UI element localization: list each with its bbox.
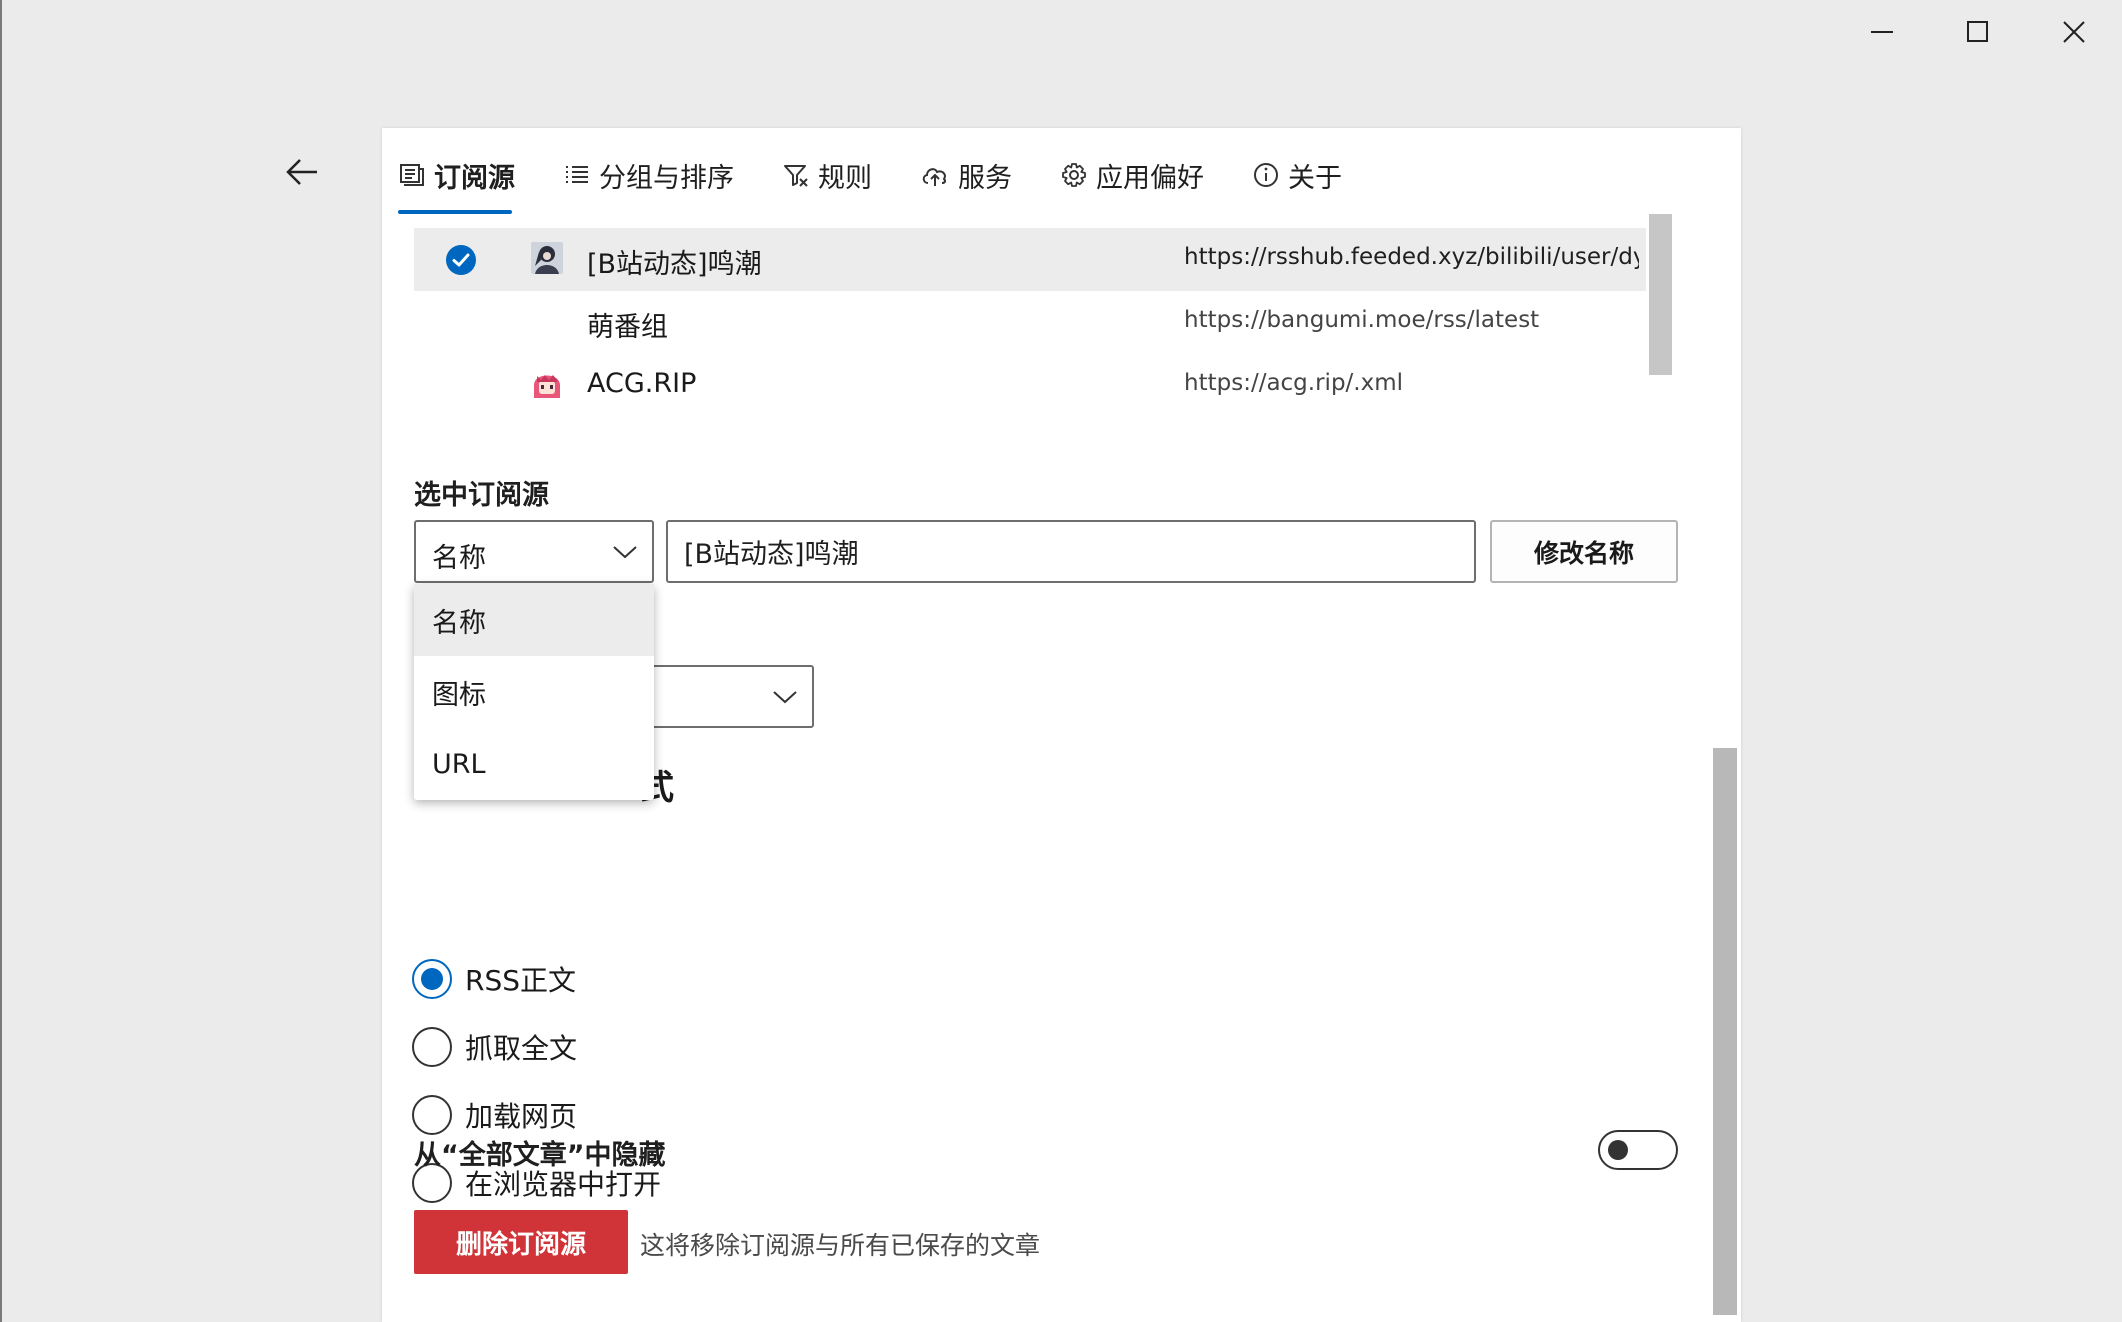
window-controls [1834,0,2122,64]
settings-panel: 订阅源 分组与排序 规则 服务 应用偏好 关于 [B站动态]鸣潮 https:/… [382,128,1741,1322]
feed-row[interactable]: [B站动态]鸣潮 https://rsshub.feeded.xyz/bilib… [414,228,1646,291]
radio-full-text[interactable]: 抓取全文 [412,1025,577,1069]
tab-label: 规则 [818,162,872,194]
maximize-icon [1967,21,1988,42]
rename-button[interactable]: 修改名称 [1490,520,1678,583]
tab-services[interactable]: 服务 [920,150,1012,200]
minimize-icon [1871,31,1893,33]
window-border [0,0,2,1322]
back-button[interactable] [280,150,324,194]
tab-rules[interactable]: 规则 [782,150,872,200]
tab-label: 关于 [1288,162,1342,194]
feed-avatar-icon [531,368,563,400]
tab-about[interactable]: 关于 [1252,150,1342,200]
tab-label: 订阅源 [434,162,515,194]
tab-label: 服务 [958,162,1012,194]
feed-name-text[interactable] [668,522,1474,581]
feed-avatar-icon [531,242,563,274]
list-scrollbar-thumb[interactable] [1649,214,1672,375]
radio-button[interactable] [412,1095,452,1135]
dropdown-option-icon[interactable]: 图标 [414,656,654,728]
close-button[interactable] [2026,0,2122,64]
radio-rss-content[interactable]: RSS正文 [412,957,576,1001]
feed-icon [400,164,424,186]
radio-button[interactable] [412,1027,452,1067]
feed-row[interactable]: ACG.RIP https://acg.rip/.xml [414,354,1646,417]
feed-name: 萌番组 [587,312,668,343]
chevron-down-icon [773,691,797,704]
feed-name: [B站动态]鸣潮 [587,249,762,280]
feed-row[interactable]: 萌番组 https://bangumi.moe/rss/latest [414,291,1646,354]
hide-from-all-toggle[interactable] [1598,1130,1678,1170]
feed-url: https://rsshub.feeded.xyz/bilibili/user/… [1184,244,1639,270]
checkmark-icon[interactable] [446,245,476,275]
page-scrollbar-thumb[interactable] [1713,748,1737,1315]
info-icon [1254,163,1278,187]
tab-label: 分组与排序 [599,162,734,194]
field-select-value: 名称 [432,543,486,574]
radio-label: 加载网页 [465,1100,578,1133]
gear-icon [1062,163,1086,187]
radio-load-webpage[interactable]: 加载网页 [412,1093,577,1137]
radio-label: RSS正文 [465,964,577,997]
filter-icon [784,165,808,187]
delete-note: 这将移除订阅源与所有已保存的文章 [640,1231,1041,1260]
maximize-button[interactable] [1930,0,2026,64]
hide-from-all-label: 从“全部文章”中隐藏 [414,1140,666,1171]
feed-url: https://acg.rip/.xml [1184,370,1404,396]
field-select[interactable]: 名称 [414,520,654,583]
cloud-icon [922,168,947,186]
field-dropdown-menu: 名称 图标 URL [414,584,654,800]
active-tab-indicator [398,210,512,214]
minimize-button[interactable] [1834,0,1930,64]
tab-feeds[interactable]: 订阅源 [398,150,515,200]
feed-url: https://bangumi.moe/rss/latest [1184,307,1540,333]
feed-name-input[interactable] [666,520,1476,583]
list-icon [566,166,588,183]
tab-bar: 订阅源 分组与排序 规则 服务 应用偏好 关于 [398,150,1390,200]
dropdown-option-url[interactable]: URL [414,728,654,800]
toggle-knob [1608,1140,1628,1160]
radio-button[interactable] [412,959,452,999]
tab-label: 应用偏好 [1096,162,1204,194]
delete-feed-button[interactable]: 删除订阅源 [414,1210,628,1274]
feed-name: ACG.RIP [587,368,697,399]
close-icon [2063,21,2085,43]
radio-label: 抓取全文 [465,1032,578,1065]
arrow-left-icon [286,159,317,185]
dropdown-option-name[interactable]: 名称 [414,584,654,656]
selected-feed-heading: 选中订阅源 [414,480,549,511]
tab-groups[interactable]: 分组与排序 [563,150,734,200]
chevron-down-icon [613,546,637,559]
tab-preferences[interactable]: 应用偏好 [1060,150,1204,200]
